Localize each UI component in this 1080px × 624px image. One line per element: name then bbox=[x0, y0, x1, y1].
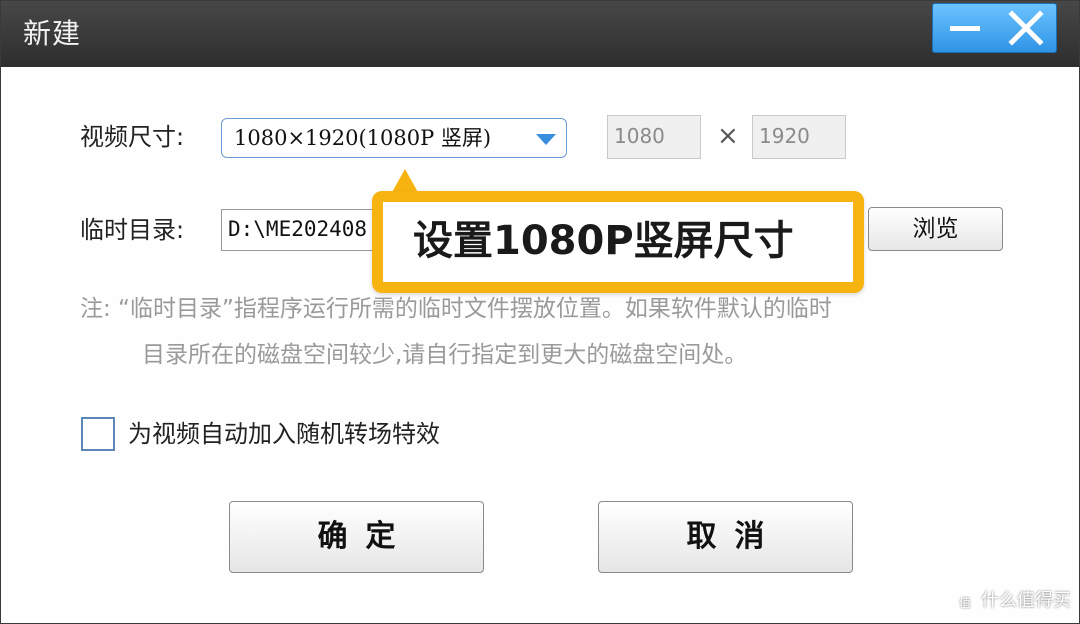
browse-button[interactable]: 浏览 bbox=[868, 207, 1003, 251]
video-size-select[interactable]: 1080×1920(1080P 竖屏) bbox=[221, 118, 567, 158]
ok-button[interactable]: 确定 bbox=[229, 501, 484, 573]
note-line-1: 注: “临时目录”指程序运行所需的临时文件摆放位置。如果软件默认的临时 bbox=[80, 296, 832, 322]
temp-dir-label: 临时目录: bbox=[80, 216, 185, 244]
watermark-logo-icon: 值 bbox=[954, 592, 974, 612]
video-size-label: 视频尺寸: bbox=[80, 123, 185, 151]
multiply-sign: × bbox=[717, 121, 739, 151]
height-field: 1920 bbox=[752, 115, 846, 159]
new-dialog-window: 新建 视频尺寸: 1080×1920(1080P 竖屏) 1080 × 1920… bbox=[0, 0, 1080, 624]
watermark-text: 什么值得买 bbox=[981, 590, 1071, 611]
callout-text: 设置1080P竖屏尺寸 bbox=[413, 218, 794, 264]
width-field: 1080 bbox=[607, 115, 701, 159]
cancel-button[interactable]: 取消 bbox=[598, 501, 853, 573]
note-line-2: 目录所在的磁盘空间较少,请自行指定到更大的磁盘空间处。 bbox=[142, 342, 748, 368]
chevron-down-icon bbox=[536, 134, 556, 145]
callout-annotation: 设置1080P竖屏尺寸 bbox=[372, 191, 864, 293]
title-bar[interactable]: 新建 bbox=[1, 1, 1079, 67]
close-button[interactable] bbox=[995, 4, 1057, 52]
minimize-icon bbox=[950, 26, 980, 31]
window-title: 新建 bbox=[23, 17, 82, 50]
video-size-selected-value: 1080×1920(1080P 竖屏) bbox=[234, 126, 492, 150]
close-icon bbox=[1008, 10, 1044, 46]
svg-text:值: 值 bbox=[959, 595, 971, 610]
minimize-button[interactable] bbox=[933, 4, 995, 52]
random-transition-label[interactable]: 为视频自动加入随机转场特效 bbox=[128, 418, 440, 450]
random-transition-checkbox[interactable] bbox=[81, 417, 115, 451]
window-controls bbox=[932, 3, 1057, 53]
